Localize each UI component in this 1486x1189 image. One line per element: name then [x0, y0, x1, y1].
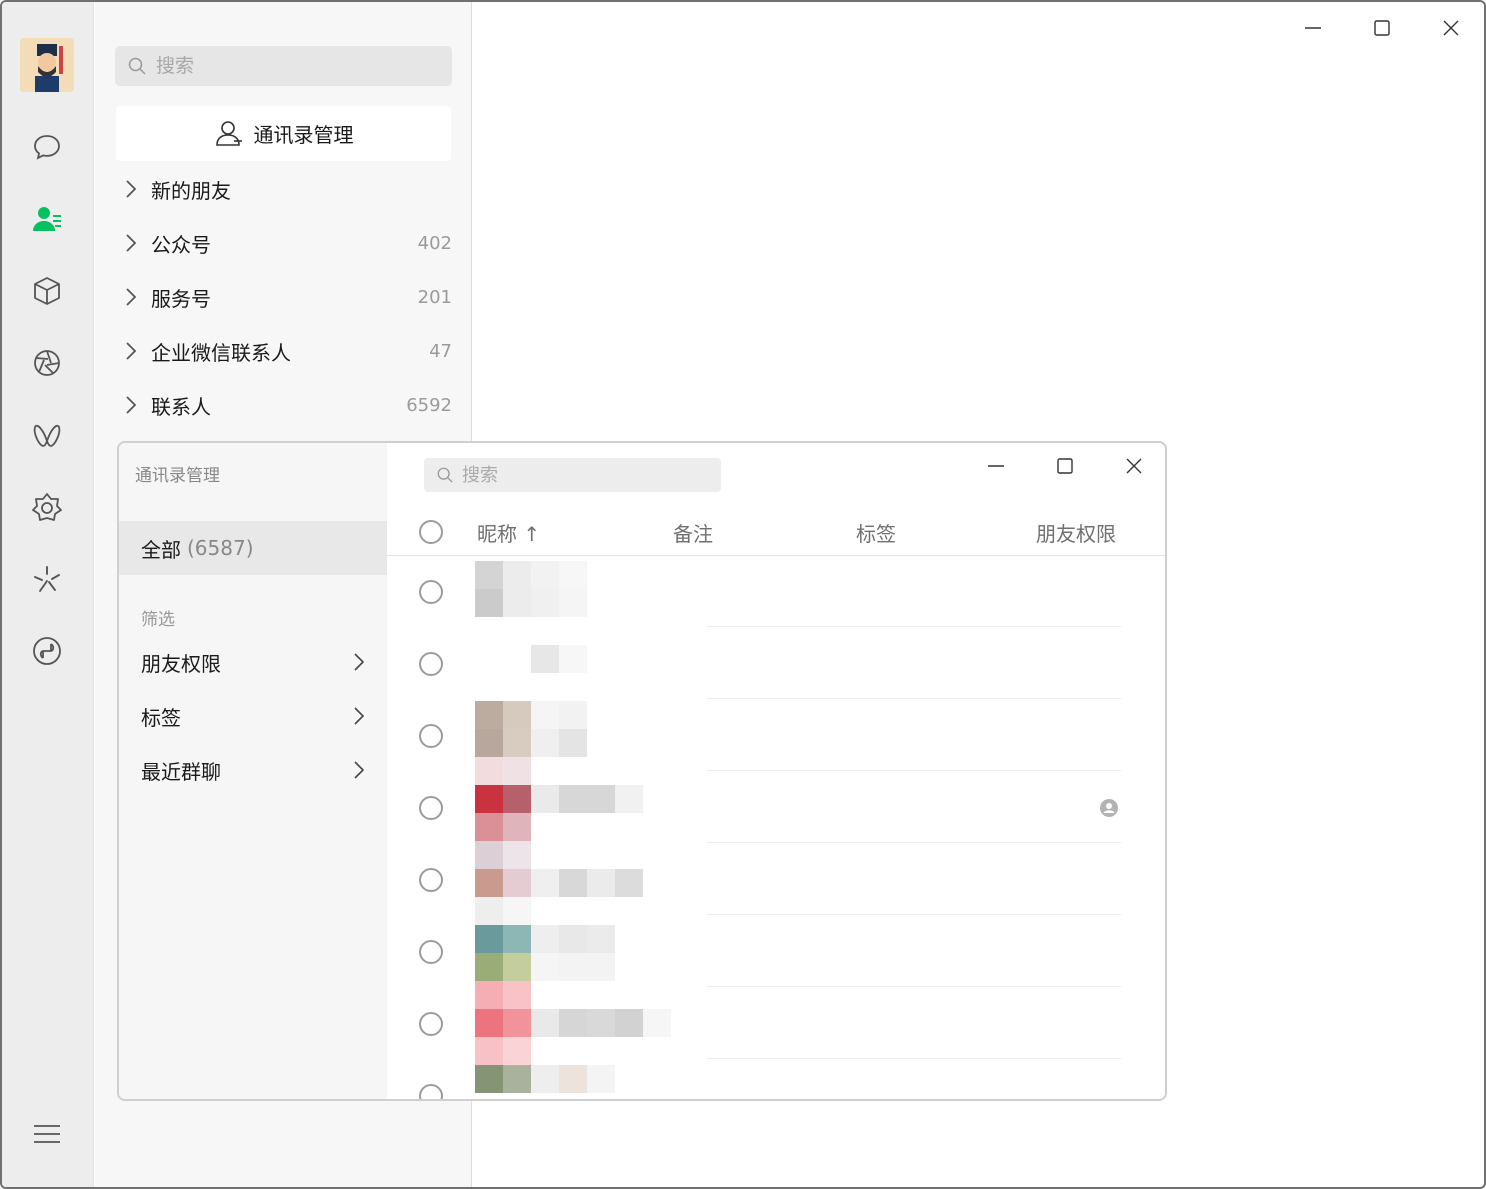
dialog-minimize-button[interactable]	[973, 448, 1019, 484]
row-divider	[707, 986, 1121, 987]
group-count: 402	[417, 232, 452, 254]
filter-label: 朋友权限	[141, 651, 221, 676]
maximize-icon	[1057, 458, 1073, 474]
header-divider	[387, 555, 1165, 556]
row-divider	[707, 1058, 1121, 1059]
look-icon[interactable]	[28, 560, 66, 598]
column-friend-permission: 朋友权限	[1036, 522, 1116, 546]
favorites-icon[interactable]	[28, 272, 66, 310]
row-radio[interactable]	[419, 1012, 443, 1036]
person-icon	[215, 120, 242, 146]
chevron-right-icon	[126, 234, 137, 252]
close-icon	[1126, 458, 1142, 474]
row-radio[interactable]	[419, 724, 443, 748]
chat-icon[interactable]	[28, 128, 66, 166]
dialog-title: 通讯录管理	[135, 466, 220, 486]
chevron-right-icon	[126, 396, 137, 414]
select-all-radio[interactable]	[419, 520, 443, 544]
moments-icon[interactable]	[28, 344, 66, 382]
chevron-right-icon	[354, 761, 365, 779]
contacts-icon[interactable]	[28, 200, 66, 238]
nav-sidebar	[2, 2, 94, 1187]
row-divider	[707, 842, 1121, 843]
close-icon	[1443, 20, 1459, 36]
filter-label: 最近群聊	[141, 759, 221, 784]
chevron-right-icon	[126, 342, 137, 360]
maximize-button[interactable]	[1359, 10, 1405, 46]
dialog-sidebar: 通讯录管理 全部 (6587) 筛选 朋友权限 标签 最近群聊	[119, 443, 387, 1099]
group-contacts[interactable]: 联系人 6592	[115, 383, 452, 427]
search-input[interactable]	[156, 55, 436, 77]
dialog-close-button[interactable]	[1111, 448, 1157, 484]
all-label: 全部	[141, 537, 181, 562]
filter-section-title: 筛选	[141, 610, 175, 630]
filter-friend-permission[interactable]: 朋友权限	[141, 642, 367, 682]
row-radio[interactable]	[419, 652, 443, 676]
contacts-search[interactable]	[115, 46, 452, 86]
contacts-manage-button[interactable]: 通讯录管理	[116, 106, 451, 161]
group-label: 公众号	[151, 232, 211, 257]
row-radio[interactable]	[419, 1084, 443, 1099]
contacts-manage-dialog: 通讯录管理 全部 (6587) 筛选 朋友权限 标签 最近群聊 搜索 昵称 ↑ …	[117, 441, 1167, 1101]
column-remark: 备注	[673, 522, 713, 546]
column-nickname[interactable]: 昵称 ↑	[477, 518, 540, 547]
filter-label: 标签	[141, 705, 181, 730]
chevron-right-icon	[126, 180, 137, 198]
group-count: 201	[417, 286, 452, 308]
search-icon	[437, 467, 453, 483]
row-radio[interactable]	[419, 580, 443, 604]
group-new-friends[interactable]: 新的朋友	[115, 167, 452, 211]
dialog-search-input[interactable]	[462, 464, 712, 486]
minimize-icon	[1305, 27, 1321, 29]
filter-tags[interactable]: 标签	[141, 696, 367, 736]
group-label: 联系人	[151, 394, 211, 419]
channels-icon[interactable]	[28, 416, 66, 454]
row-radio[interactable]	[419, 868, 443, 892]
manage-button-label: 通讯录管理	[253, 123, 354, 147]
group-label: 服务号	[151, 286, 211, 311]
column-tags: 标签	[856, 522, 896, 546]
chevron-right-icon	[354, 707, 365, 725]
row-divider	[707, 770, 1121, 771]
search-icon[interactable]	[28, 632, 66, 670]
avatar[interactable]	[20, 38, 74, 92]
minimize-button[interactable]	[1290, 10, 1336, 46]
chevron-right-icon	[354, 653, 365, 671]
dialog-search[interactable]	[424, 458, 721, 492]
group-count: 47	[429, 340, 452, 362]
chevron-right-icon	[126, 288, 137, 306]
dialog-maximize-button[interactable]	[1042, 448, 1088, 484]
group-service-accounts[interactable]: 服务号 201	[115, 275, 452, 319]
mini-programs-icon[interactable]	[28, 488, 66, 526]
friend-permission-icon	[1100, 799, 1118, 817]
row-divider	[707, 698, 1121, 699]
wechat-window: 通讯录管理 新的朋友 公众号 402 服务号 201 企业微信联系人 47 联系…	[0, 0, 1486, 1189]
group-official-accounts[interactable]: 公众号 402	[115, 221, 452, 265]
group-label: 新的朋友	[151, 178, 231, 203]
row-radio[interactable]	[419, 796, 443, 820]
menu-icon[interactable]	[28, 1115, 66, 1153]
filter-recent-groups[interactable]: 最近群聊	[141, 750, 367, 790]
group-label: 企业微信联系人	[151, 340, 291, 365]
all-count: (6587)	[187, 536, 254, 560]
row-divider	[707, 626, 1121, 627]
minimize-icon	[988, 465, 1004, 467]
group-wecom-contacts[interactable]: 企业微信联系人 47	[115, 329, 452, 373]
maximize-icon	[1374, 20, 1390, 36]
row-radio[interactable]	[419, 940, 443, 964]
dialog-main: 昵称 ↑ 备注 标签 朋友权限	[387, 443, 1165, 1099]
group-count: 6592	[406, 394, 452, 416]
row-divider	[707, 914, 1121, 915]
search-icon	[128, 57, 146, 75]
filter-all[interactable]: 全部 (6587)	[119, 521, 387, 575]
avatar-image	[20, 38, 74, 92]
close-button[interactable]	[1428, 10, 1474, 46]
